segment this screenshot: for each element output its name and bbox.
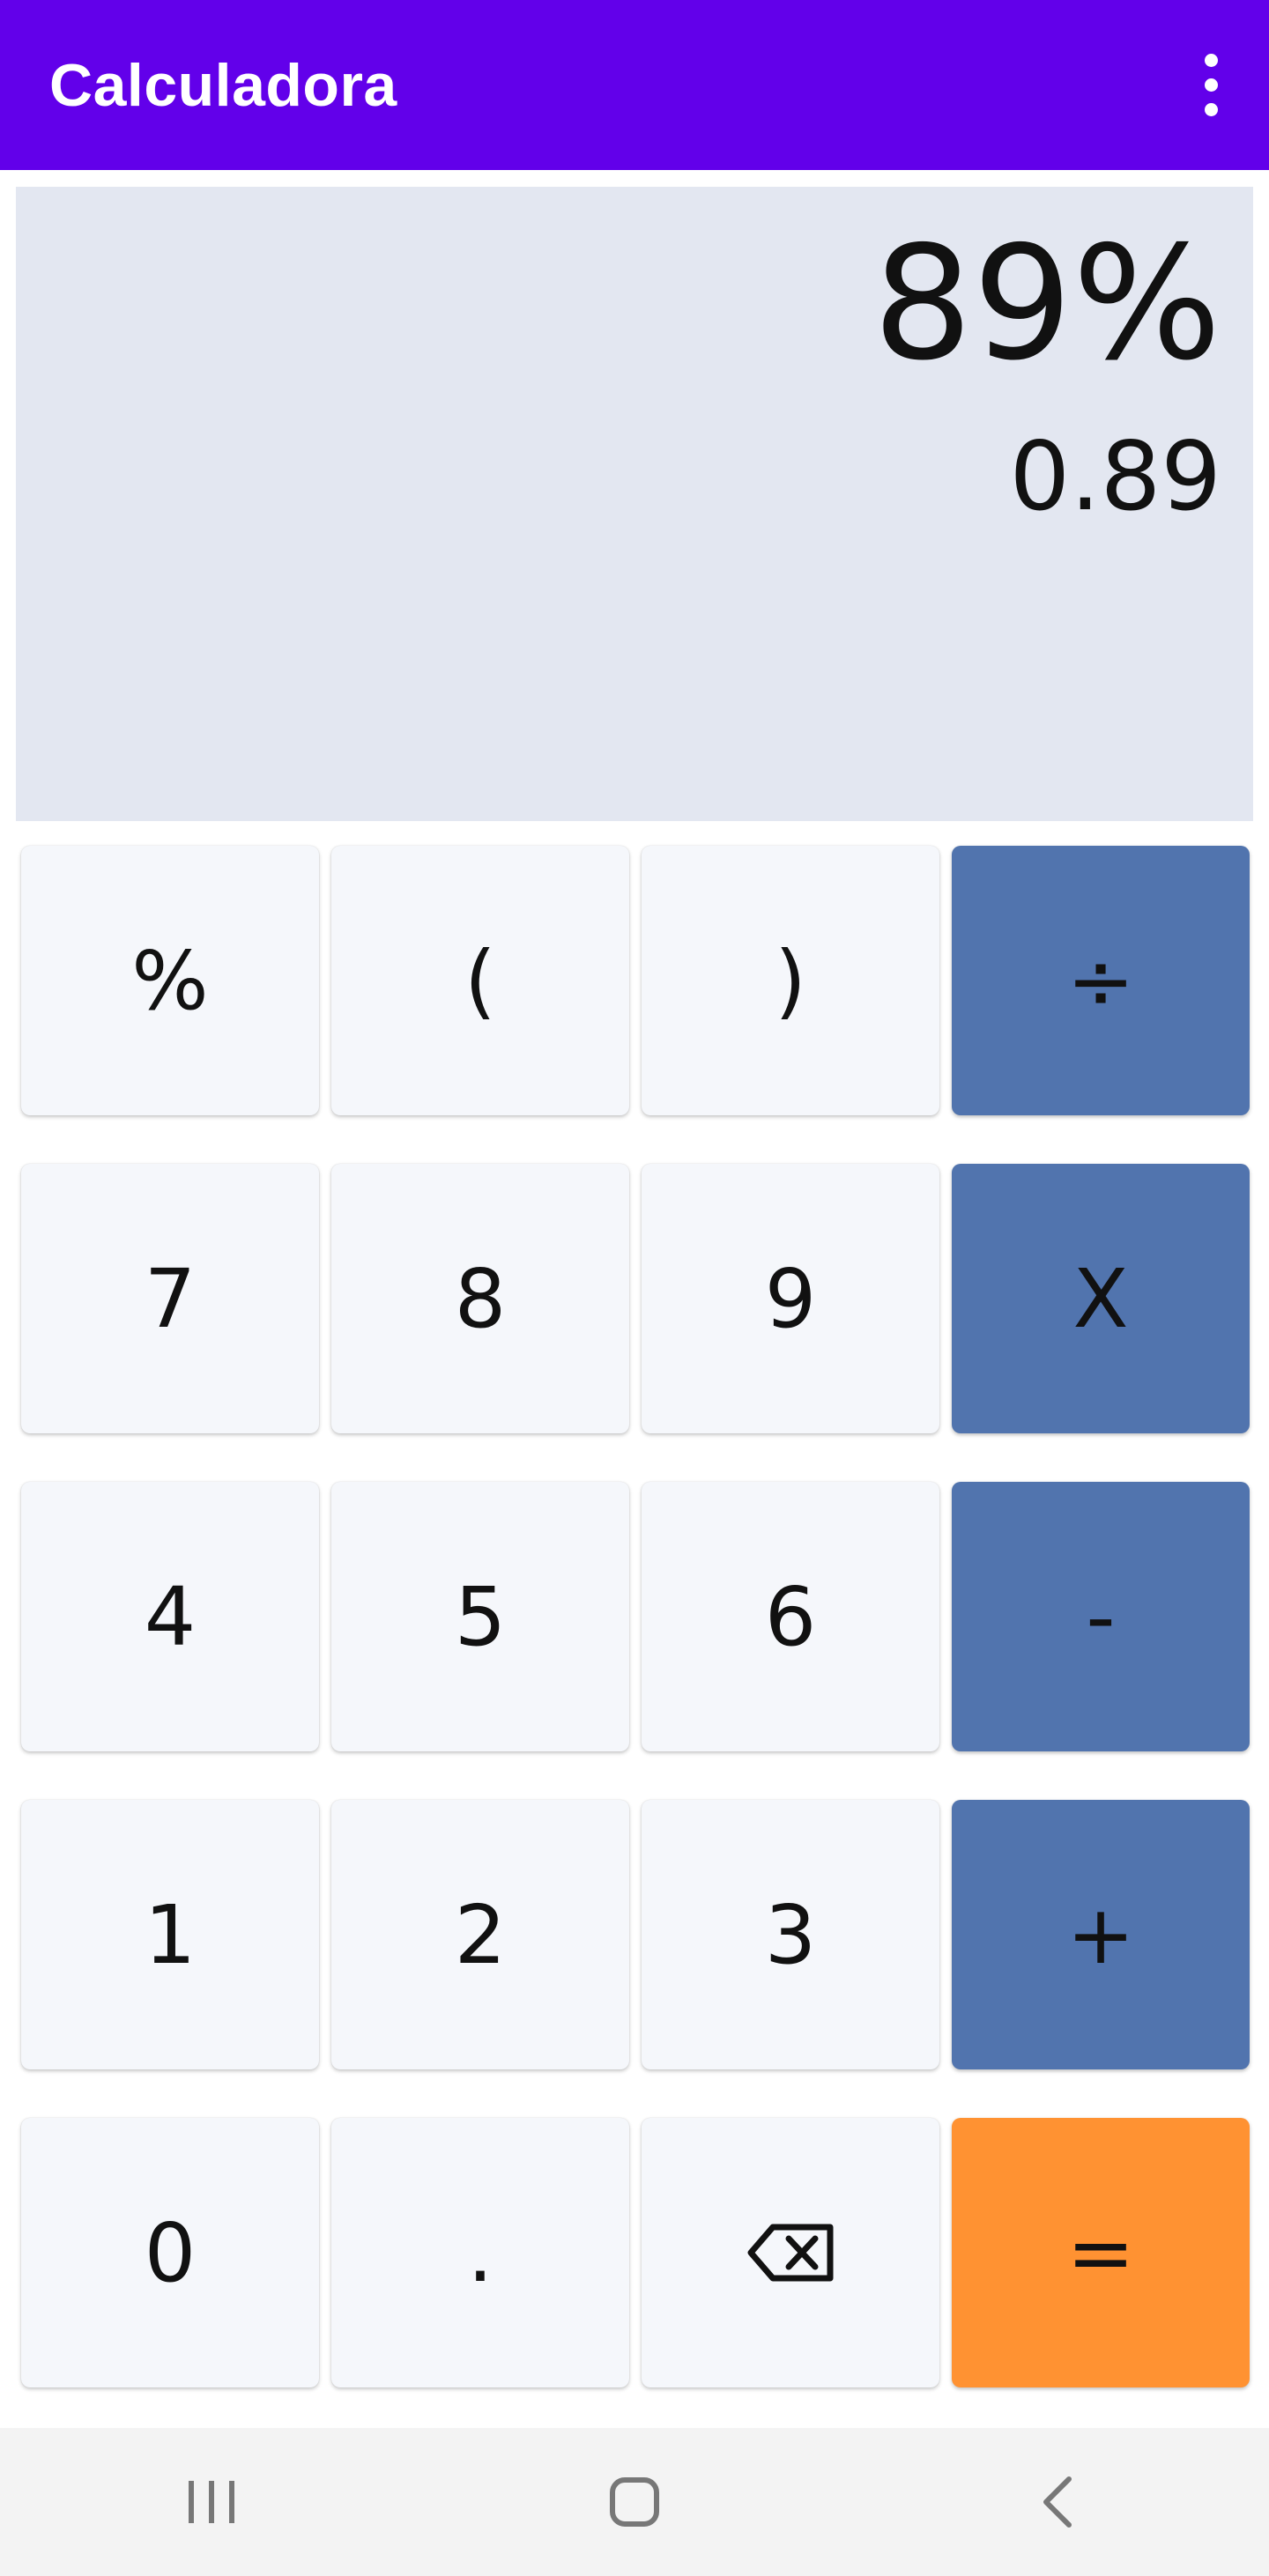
backspace-key[interactable] [642, 2118, 939, 2387]
close-paren-key[interactable]: ) [642, 846, 939, 1115]
divide-key[interactable]: ÷ [952, 846, 1250, 1115]
open-paren-key[interactable]: ( [331, 846, 629, 1115]
home-button[interactable] [564, 2449, 705, 2555]
digit-4-key[interactable]: 4 [21, 1482, 319, 1751]
digit-3-key[interactable]: 3 [642, 1800, 939, 2069]
result-text: 0.89 [1009, 422, 1221, 532]
digit-6-key[interactable]: 6 [642, 1482, 939, 1751]
recent-apps-button[interactable] [141, 2449, 282, 2555]
overflow-menu-button[interactable] [1193, 41, 1228, 130]
digit-5-key[interactable]: 5 [331, 1482, 629, 1751]
system-nav-bar [0, 2428, 1269, 2576]
backspace-icon [747, 2224, 834, 2282]
back-button[interactable] [987, 2449, 1128, 2555]
digit-2-key[interactable]: 2 [331, 1800, 629, 2069]
more-vert-icon-dot [1204, 78, 1218, 92]
more-vert-icon [1204, 54, 1218, 67]
expression-text: 89% [872, 212, 1221, 395]
equals-key[interactable]: = [952, 2118, 1250, 2387]
add-key[interactable]: + [952, 1800, 1250, 2069]
digit-9-key[interactable]: 9 [642, 1164, 939, 1433]
recent-apps-icon [189, 2481, 234, 2523]
back-icon [1043, 2476, 1072, 2528]
digit-0-key[interactable]: 0 [21, 2118, 319, 2387]
digit-1-key[interactable]: 1 [21, 1800, 319, 2069]
keypad: % ( ) ÷ 7 8 9 X 4 5 6 - 1 2 3 + 0 . = [21, 846, 1250, 2387]
calculator-app: Calculadora 89% 0.89 % ( ) ÷ 7 8 9 X 4 5… [0, 0, 1269, 2576]
multiply-key[interactable]: X [952, 1164, 1250, 1433]
app-bar: Calculadora [0, 0, 1269, 170]
decimal-point-key[interactable]: . [331, 2118, 629, 2387]
app-title: Calculadora [49, 51, 397, 119]
percent-key[interactable]: % [21, 846, 319, 1115]
home-icon [610, 2477, 659, 2527]
digit-8-key[interactable]: 8 [331, 1164, 629, 1433]
more-vert-icon-dot [1204, 103, 1218, 116]
digit-7-key[interactable]: 7 [21, 1164, 319, 1433]
subtract-key[interactable]: - [952, 1482, 1250, 1751]
